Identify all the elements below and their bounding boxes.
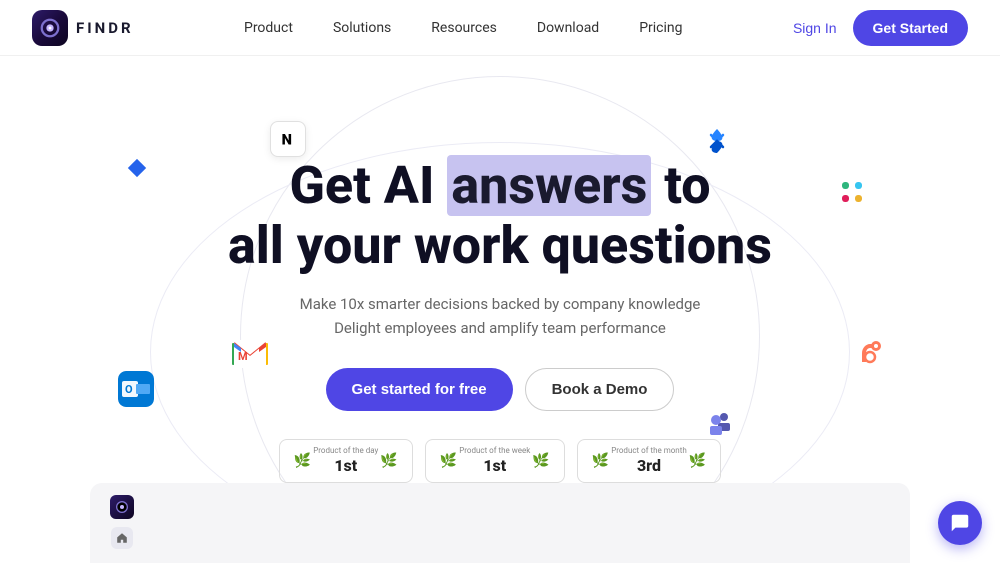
award-week-rank: 1st xyxy=(459,456,530,475)
hubspot-integration-icon xyxy=(850,334,888,372)
jira-integration-icon xyxy=(702,126,732,156)
award-day-rank: 1st xyxy=(313,456,378,475)
nav-links: Product Solutions Resources Download Pri… xyxy=(244,20,683,36)
award-product-day: 🌿 Product of the day 1st 🌿 xyxy=(279,439,413,483)
hero-section: N M O xyxy=(0,56,1000,563)
award-week-label: Product of the week xyxy=(459,446,530,456)
awards-row: 🌿 Product of the day 1st 🌿 🌿 Product of … xyxy=(228,439,772,483)
svg-text:O: O xyxy=(125,383,133,396)
hero-title-highlight: answers xyxy=(447,155,651,216)
app-preview xyxy=(90,483,910,563)
nav-download[interactable]: Download xyxy=(537,20,599,36)
hero-subtitle-line2: Delight employees and amplify team perfo… xyxy=(334,319,666,337)
nav-product[interactable]: Product xyxy=(244,20,293,36)
hero-title-part2: to xyxy=(651,155,710,216)
hero-title: Get AI answers to all your work question… xyxy=(228,156,772,276)
nav-pricing[interactable]: Pricing xyxy=(639,20,682,36)
award-wreath-month: 🌿 Product of the month 3rd 🌿 xyxy=(592,446,706,476)
logo-text: FINDR xyxy=(76,19,134,37)
book-demo-button[interactable]: Book a Demo xyxy=(525,368,675,411)
notion-integration-icon: N xyxy=(270,121,306,157)
nav-actions: Sign In Get Started xyxy=(793,10,968,46)
award-product-month: 🌿 Product of the month 3rd 🌿 xyxy=(577,439,721,483)
award-day-label: Product of the day xyxy=(313,446,378,456)
hero-title-part1: Get AI xyxy=(289,155,447,216)
award-month-label: Product of the month xyxy=(611,446,687,456)
award-month-rank: 3rd xyxy=(611,456,687,475)
diamond-icon xyxy=(125,156,149,180)
slack-integration-icon xyxy=(834,174,870,210)
get-started-free-button[interactable]: Get started for free xyxy=(326,368,513,411)
sign-in-button[interactable]: Sign In xyxy=(793,20,837,36)
get-started-nav-button[interactable]: Get Started xyxy=(853,10,968,46)
hero-content: Get AI answers to all your work question… xyxy=(228,156,772,482)
hero-title-line2: all your work questions xyxy=(228,215,772,276)
cta-buttons: Get started for free Book a Demo xyxy=(228,368,772,411)
logo-icon xyxy=(32,10,68,46)
chat-fab-button[interactable] xyxy=(938,501,982,545)
award-product-week: 🌿 Product of the week 1st 🌿 xyxy=(425,439,565,483)
nav-resources[interactable]: Resources xyxy=(431,20,497,36)
logo[interactable]: FINDR xyxy=(32,10,134,46)
outlook-integration-icon: O xyxy=(118,371,154,407)
preview-sidebar xyxy=(106,495,138,549)
nav-solutions[interactable]: Solutions xyxy=(333,20,391,36)
svg-text:N: N xyxy=(282,131,292,149)
award-wreath-day: 🌿 Product of the day 1st 🌿 xyxy=(294,446,398,476)
preview-home-icon[interactable] xyxy=(111,527,133,549)
hero-subtitle: Make 10x smarter decisions backed by com… xyxy=(228,292,772,340)
award-wreath-week: 🌿 Product of the week 1st 🌿 xyxy=(440,446,550,476)
navbar: FINDR Product Solutions Resources Downlo… xyxy=(0,0,1000,56)
preview-logo-icon xyxy=(110,495,134,519)
hero-subtitle-line1: Make 10x smarter decisions backed by com… xyxy=(300,295,701,313)
